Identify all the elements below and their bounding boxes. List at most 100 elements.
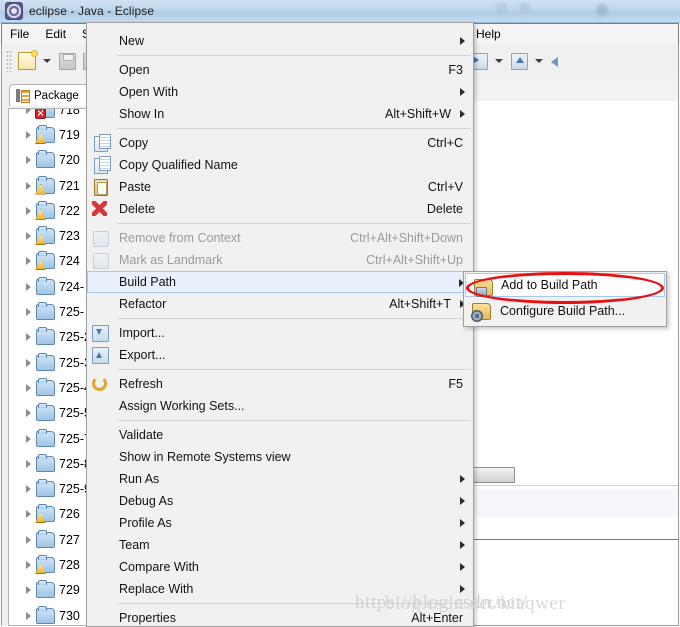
toolbar-grip[interactable]: [6, 50, 12, 72]
menu-item-accel: F5: [448, 377, 463, 391]
menu-item-label: Refresh: [119, 377, 163, 391]
expand-arrow-icon[interactable]: [23, 510, 34, 519]
expand-arrow-icon[interactable]: [23, 383, 34, 392]
menu-item-label: Paste: [119, 180, 151, 194]
menu-item-show-in[interactable]: Show In Alt+Shift+W: [87, 103, 473, 125]
menu-item-open[interactable]: Open F3: [87, 59, 473, 81]
submenu-item-add-to-build-path[interactable]: Add to Build Path: [465, 273, 665, 297]
copy-icon: [94, 134, 111, 152]
menu-item-profile-as[interactable]: Profile As: [87, 512, 473, 534]
context-menu[interactable]: New Open F3 Open With Show In Alt+Shift+…: [86, 22, 474, 627]
menu-separator: [117, 128, 471, 129]
folder-icon: [35, 226, 55, 246]
new-file-button[interactable]: [15, 49, 39, 73]
new-file-icon: [18, 50, 38, 70]
new-file-dropdown-caret-icon[interactable]: [43, 59, 51, 63]
tree-item-label: 724: [59, 254, 80, 269]
expand-arrow-icon[interactable]: [23, 611, 34, 620]
menu-item-label: Replace With: [119, 582, 194, 596]
menu-item-label: Show In: [119, 107, 165, 121]
menu-item-label: Assign Working Sets...: [119, 399, 245, 413]
menu-item-accel: Ctrl+Alt+Shift+Down: [350, 231, 463, 245]
expand-arrow-icon[interactable]: [23, 282, 34, 291]
debug-dropdown-caret-icon[interactable]: [495, 59, 503, 63]
submenu-arrow-icon: [460, 475, 465, 483]
menu-item-label: Run As: [119, 472, 160, 486]
menu-item-team[interactable]: Team: [87, 534, 473, 556]
expand-arrow-icon[interactable]: [23, 434, 34, 443]
save-button[interactable]: [55, 49, 79, 73]
expand-arrow-icon[interactable]: [23, 156, 34, 165]
back-button[interactable]: [547, 49, 571, 73]
run-button[interactable]: [507, 49, 531, 73]
tree-item-label: 720: [59, 153, 80, 168]
run-dropdown-caret-icon[interactable]: [535, 59, 543, 63]
submenu-arrow-icon: [460, 541, 465, 549]
expand-arrow-icon[interactable]: [23, 109, 34, 114]
build-path-submenu[interactable]: Add to Build Path Configure Build Path..…: [463, 271, 667, 327]
expand-arrow-icon[interactable]: [23, 308, 34, 317]
expand-arrow-icon[interactable]: [23, 560, 34, 569]
menu-item-export[interactable]: Export...: [87, 344, 473, 366]
menu-item-debug-as[interactable]: Debug As: [87, 490, 473, 512]
menu-edit[interactable]: Edit: [37, 25, 74, 43]
export-icon: [92, 347, 109, 364]
menu-item-label: Compare With: [119, 560, 199, 574]
expand-arrow-icon[interactable]: [23, 409, 34, 418]
tree-item-label: 724-: [59, 279, 85, 294]
menu-item-assign-working-sets[interactable]: Assign Working Sets...: [87, 395, 473, 417]
menu-item-import[interactable]: Import...: [87, 322, 473, 344]
tree-item-label: 730: [59, 608, 80, 623]
menu-item-refactor[interactable]: Refactor Alt+Shift+T: [87, 293, 473, 315]
add-to-build-path-icon: [474, 279, 493, 297]
back-icon: [551, 55, 567, 68]
expand-arrow-icon[interactable]: [23, 485, 34, 494]
menu-item-validate[interactable]: Validate: [87, 424, 473, 446]
expand-arrow-icon[interactable]: [23, 130, 34, 139]
tree-item-label: 725-: [59, 305, 85, 320]
menu-item-compare-with[interactable]: Compare With: [87, 556, 473, 578]
menu-help[interactable]: Help: [468, 25, 509, 43]
menu-item-accel: Delete: [426, 202, 463, 216]
folder-icon: [36, 529, 55, 548]
menu-separator: [117, 318, 471, 319]
expand-arrow-icon[interactable]: [23, 257, 34, 266]
tree-item-label: 718: [59, 108, 80, 117]
expand-arrow-icon[interactable]: [23, 181, 34, 190]
expand-arrow-icon[interactable]: [23, 459, 34, 468]
submenu-item-label: Add to Build Path: [501, 278, 598, 292]
window-controls[interactable]: [496, 3, 530, 14]
submenu-item-configure-build-path[interactable]: Configure Build Path...: [464, 298, 666, 324]
menu-item-delete[interactable]: Delete Delete: [87, 198, 473, 220]
tree-item-label: 729: [59, 583, 80, 598]
menu-item-accel: Alt+Shift+T: [389, 297, 451, 311]
menu-item-copy[interactable]: Copy Ctrl+C: [87, 132, 473, 154]
menu-item-new[interactable]: New: [87, 30, 473, 52]
folder-icon: [36, 377, 55, 396]
folder-icon: [35, 504, 55, 524]
tree-item-label: 727: [59, 532, 80, 547]
tree-item-label: 719: [59, 127, 80, 142]
expand-arrow-icon[interactable]: [23, 206, 34, 215]
expand-arrow-icon[interactable]: [23, 232, 34, 241]
run-icon: [510, 52, 528, 70]
expand-arrow-icon[interactable]: [23, 586, 34, 595]
menu-file[interactable]: File: [2, 25, 37, 43]
menu-item-build-path[interactable]: Build Path: [87, 271, 473, 293]
menu-separator: [117, 420, 471, 421]
expand-arrow-icon[interactable]: [23, 358, 34, 367]
menu-item-refresh[interactable]: Refresh F5: [87, 373, 473, 395]
folder-icon: [35, 175, 55, 195]
menu-item-paste[interactable]: Paste Ctrl+V: [87, 176, 473, 198]
menu-item-show-in-remote-systems-view[interactable]: Show in Remote Systems view: [87, 446, 473, 468]
folder-icon: [36, 428, 55, 447]
import-icon: [92, 325, 109, 342]
expand-arrow-icon[interactable]: [23, 535, 34, 544]
menu-item-open-with[interactable]: Open With: [87, 81, 473, 103]
title-ghost-text: [168, 4, 171, 18]
menu-item-copy-qualified-name[interactable]: Copy Qualified Name: [87, 154, 473, 176]
menu-item-label: Remove from Context: [119, 231, 241, 245]
menu-item-run-as[interactable]: Run As: [87, 468, 473, 490]
expand-arrow-icon[interactable]: [23, 333, 34, 342]
submenu-arrow-icon: [460, 519, 465, 527]
